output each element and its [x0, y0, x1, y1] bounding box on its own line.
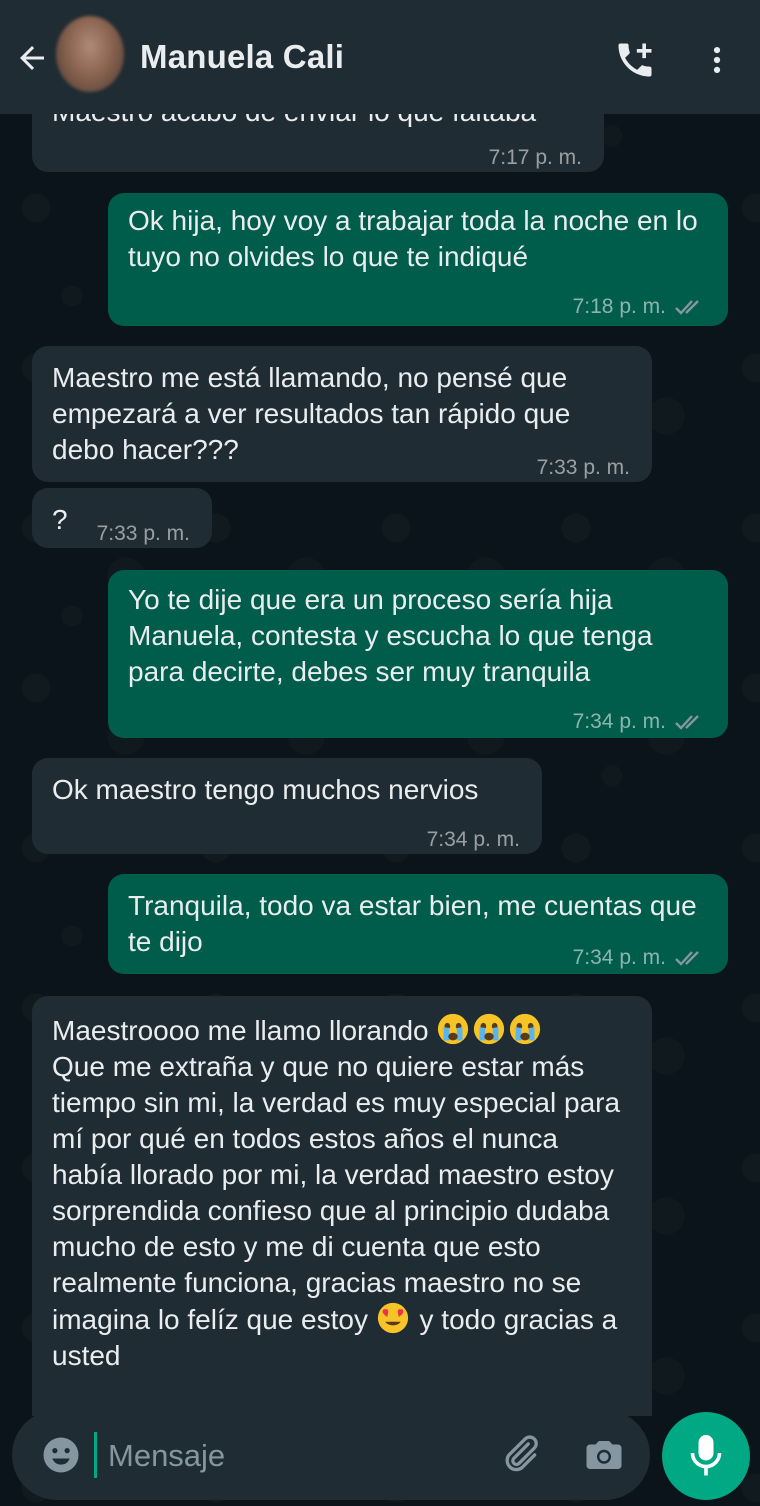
message-outgoing[interactable]: Ok hija, hoy voy a trabajar toda la noch… — [108, 193, 728, 326]
crying-face-emoji-icon — [474, 1013, 505, 1045]
avatar[interactable] — [56, 16, 124, 92]
message-text: Maestroooo me llamo llorando Que me extr… — [52, 1012, 632, 1374]
message-meta: 7:34 p. m. — [573, 704, 706, 740]
chat-header: Manuela Cali — [0, 0, 760, 114]
message-incoming[interactable]: Ok maestro tengo muchos nervios 7:34 p. … — [32, 758, 542, 854]
read-ticks-icon — [675, 300, 699, 316]
message-text-body: Que me extraña y que no quiere estar más… — [52, 1051, 621, 1335]
add-call-icon[interactable] — [612, 38, 658, 82]
message-outgoing[interactable]: Tranquila, todo va estar bien, me cuenta… — [108, 874, 728, 974]
message-outgoing[interactable]: Yo te dije que era un proceso sería hija… — [108, 570, 728, 738]
message-text: Ok hija, hoy voy a trabajar toda la noch… — [128, 205, 698, 272]
message-text-line1: Maestroooo me llamo llorando — [52, 1015, 429, 1046]
more-options-icon[interactable] — [700, 38, 734, 82]
message-time: 7:34 p. m. — [426, 828, 520, 851]
message-input[interactable] — [106, 1432, 490, 1480]
crying-face-emoji-icon — [510, 1013, 541, 1045]
message-time: 7:34 p. m. — [572, 710, 666, 733]
heart-eyes-emoji-icon — [377, 1302, 408, 1334]
contact-name[interactable]: Manuela Cali — [140, 38, 344, 76]
message-time: 7:34 p. m. — [572, 946, 666, 969]
message-composer — [12, 1410, 650, 1500]
message-incoming[interactable]: Maestroooo me llamo llorando Que me extr… — [32, 996, 652, 1416]
attach-paperclip-icon[interactable] — [498, 1432, 542, 1476]
message-time: 7:33 p. m. — [96, 522, 190, 545]
emoji-picker-icon[interactable] — [40, 1434, 82, 1476]
message-incoming[interactable]: Maestro me está llamando, no pensé que e… — [32, 346, 652, 482]
message-text: Ok maestro tengo muchos nervios — [52, 774, 479, 805]
message-time: 7:17 p. m. — [488, 146, 582, 169]
message-time: 7:33 p. m. — [536, 456, 630, 479]
message-text: Yo te dije que era un proceso sería hija… — [128, 584, 653, 687]
text-caret — [94, 1432, 97, 1478]
message-meta: 7:18 p. m. — [573, 289, 706, 325]
message-incoming[interactable]: ? 7:33 p. m. — [32, 488, 212, 548]
read-ticks-icon — [675, 951, 699, 967]
microphone-icon — [690, 1435, 722, 1476]
crying-face-emoji-icon — [438, 1013, 469, 1045]
read-ticks-icon — [675, 715, 699, 731]
message-meta: 7:34 p. m. — [573, 940, 706, 976]
camera-icon[interactable] — [582, 1434, 626, 1476]
voice-record-button[interactable] — [662, 1412, 750, 1500]
back-arrow-icon[interactable] — [14, 40, 50, 76]
message-time: 7:18 p. m. — [572, 295, 666, 318]
